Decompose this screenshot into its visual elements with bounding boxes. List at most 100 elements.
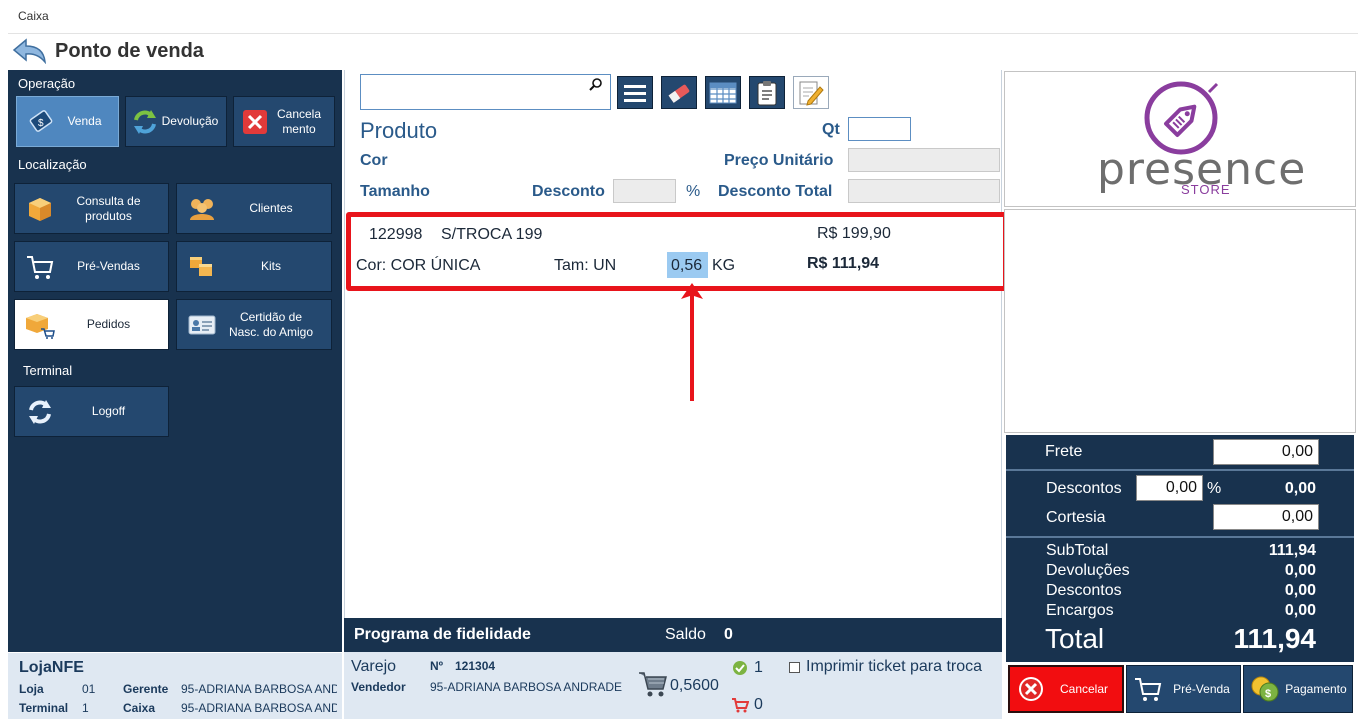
logo-panel: presence STORE: [1004, 71, 1356, 207]
vendedor-value: 95-ADRIANA BARBOSA ANDRADE: [430, 680, 623, 694]
subtotal-value: 111,94: [1268, 542, 1316, 559]
descontos-percent: %: [1207, 480, 1222, 497]
kits-label: Kits: [260, 259, 281, 273]
ticket-checkbox[interactable]: [789, 662, 800, 673]
header-bar: [8, 33, 1358, 69]
store-name: LojaNFE: [19, 659, 84, 676]
devolucao-button[interactable]: Devolução: [125, 96, 227, 147]
window-title: Caixa: [18, 9, 49, 23]
loja-key: Loja: [19, 682, 44, 696]
edit-icon: [799, 81, 824, 106]
close-red-icon: [240, 107, 270, 137]
edit-button[interactable]: [793, 76, 829, 109]
image-panel: [1004, 209, 1356, 433]
operacao-label: Operação: [18, 76, 76, 91]
frete-input[interactable]: 0,00: [1213, 439, 1319, 465]
cart-quantity: 0,5600: [670, 677, 719, 694]
frete-label: Frete: [1045, 443, 1083, 460]
cancelamento-label-line2: mento: [282, 121, 316, 136]
item-quantity[interactable]: 0,56: [671, 257, 702, 275]
logoff-label: Logoff: [91, 404, 126, 418]
id-card-icon: [187, 310, 217, 340]
consulta-label-line1: Consulta de: [76, 193, 141, 208]
certidao-button[interactable]: Certidão de Nasc. do Amigo: [176, 299, 332, 350]
numero-label: Nº: [430, 659, 444, 673]
descontos-value: 0,00: [1284, 480, 1316, 497]
search-input[interactable]: [360, 74, 611, 110]
search-icon[interactable]: [588, 77, 604, 93]
clipboard-button[interactable]: [749, 76, 785, 109]
total-value: 111,94: [1233, 623, 1316, 654]
desconto-total-label: Desconto Total: [718, 183, 833, 200]
desconto-percent: %: [686, 183, 701, 200]
preco-unitario-field: [848, 148, 1000, 172]
grid-button[interactable]: [705, 76, 741, 109]
venda-info-bar: Varejo Nº 121304 Vendedor 95-ADRIANA BAR…: [344, 652, 1002, 719]
cortesia-input[interactable]: 0,00: [1213, 504, 1319, 530]
encargos-value: 0,00: [1284, 602, 1316, 619]
preco-unitario-label: Preço Unitário: [724, 152, 834, 169]
cancelar-label: Cancelar: [1059, 682, 1109, 696]
price-tag-icon: $: [27, 107, 57, 137]
red-cart-icon: [732, 698, 749, 713]
item-color: Cor: COR ÚNICA: [356, 257, 481, 274]
devolucoes-label: Devoluções: [1046, 562, 1130, 579]
subtotal-label: SubTotal: [1046, 542, 1109, 559]
ok-count: 1: [754, 659, 763, 676]
cart-count: 0: [754, 696, 763, 713]
descontos2-value: 0,00: [1284, 582, 1316, 599]
item-name: S/TROCA 199: [441, 226, 543, 243]
cancelar-button[interactable]: Cancelar: [1008, 665, 1124, 713]
venda-button[interactable]: $ Venda: [16, 96, 119, 147]
pre-venda-label: Pré-Venda: [1173, 682, 1230, 696]
desconto-input[interactable]: [613, 179, 676, 203]
refresh-icon: [25, 397, 55, 427]
cancelamento-label-line1: Cancela: [276, 106, 322, 121]
venda-tipo: Varejo: [351, 658, 397, 675]
cor-label: Cor: [360, 152, 388, 169]
item-code: 122998: [369, 226, 423, 243]
cart-outline-icon: [1133, 674, 1163, 704]
annotation-arrow-icon: [681, 283, 703, 401]
caixa-value: 95-ADRIANA BARBOSA ANDRADE: [181, 701, 337, 715]
shopping-cart-icon: [639, 672, 667, 697]
ticket-label: Imprimir ticket para troca: [806, 658, 983, 675]
cortesia-label: Cortesia: [1046, 509, 1106, 526]
menu-button[interactable]: [617, 76, 653, 109]
pre-vendas-button[interactable]: Pré-Vendas: [14, 241, 169, 292]
descontos2-label: Descontos: [1046, 582, 1122, 599]
item-unit: KG: [712, 257, 736, 274]
pedidos-button[interactable]: Pedidos: [14, 299, 169, 350]
terminal-key: Terminal: [19, 701, 69, 715]
descontos-input[interactable]: 0,00: [1136, 475, 1203, 501]
gerente-key: Gerente: [123, 682, 169, 696]
certidao-label: Certidão de Nasc. do Amigo: [217, 310, 331, 340]
totals-panel: Frete 0,00 Descontos 0,00 % 0,00 Cortesi…: [1006, 435, 1354, 662]
vendedor-label: Vendedor: [351, 680, 406, 694]
consulta-produtos-button[interactable]: Consulta de produtos: [14, 183, 169, 234]
qt-input[interactable]: [848, 117, 911, 141]
back-arrow-icon[interactable]: [12, 38, 48, 64]
devolucao-label: Devolução: [161, 114, 219, 128]
kits-button[interactable]: Kits: [176, 241, 332, 292]
divider: [1006, 469, 1354, 471]
logoff-button[interactable]: Logoff: [14, 386, 169, 437]
box-icon: [25, 194, 55, 224]
cart-icon: [25, 252, 55, 282]
menu-icon: [624, 84, 646, 102]
consulta-produtos-label: Consulta de produtos: [55, 194, 168, 224]
pre-venda-button[interactable]: Pré-Venda: [1126, 665, 1241, 713]
pedidos-label: Pedidos: [86, 317, 131, 331]
devolucoes-value: 0,00: [1284, 562, 1316, 579]
localizacao-label: Localização: [18, 157, 87, 172]
pre-vendas-label: Pré-Vendas: [77, 259, 140, 273]
eraser-button[interactable]: [661, 76, 697, 109]
item-size: Tam: UN: [554, 257, 617, 274]
fidelidade-label: Programa de fidelidade: [354, 626, 531, 643]
saldo-label: Saldo: [665, 626, 706, 643]
cancelamento-button[interactable]: Cancela mento: [233, 96, 335, 147]
clientes-button[interactable]: Clientes: [176, 183, 332, 234]
pagamento-button[interactable]: $ Pagamento: [1243, 665, 1353, 713]
numero-value: 121304: [455, 659, 496, 673]
encargos-label: Encargos: [1046, 602, 1114, 619]
